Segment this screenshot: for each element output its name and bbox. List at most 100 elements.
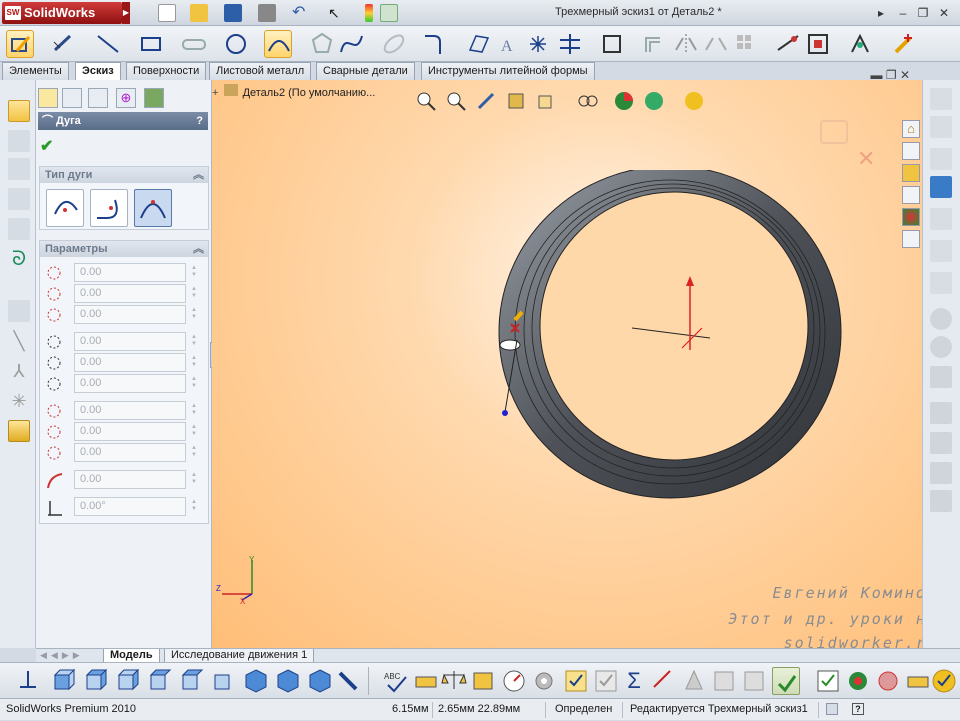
trim-entities-icon[interactable] bbox=[556, 30, 584, 58]
tab-weldments[interactable]: Сварные детали bbox=[316, 62, 415, 80]
feature-tree-tab-icon[interactable] bbox=[38, 88, 58, 108]
view-palette-icon[interactable] bbox=[902, 186, 920, 204]
sketch-mode-icon[interactable] bbox=[8, 100, 30, 122]
spin-arrows-icon[interactable]: ▲ ▼ bbox=[190, 403, 198, 419]
task-icon[interactable] bbox=[930, 432, 952, 454]
dimetric-view-icon[interactable] bbox=[306, 667, 334, 695]
dimxpert-tab-icon[interactable]: ⊕ bbox=[116, 88, 136, 108]
view-orientation-icon[interactable] bbox=[535, 90, 557, 112]
parameters-header[interactable]: Параметры ︽ bbox=[40, 241, 208, 257]
ok-button[interactable]: ✔ bbox=[40, 136, 53, 156]
graphics-viewport[interactable]: + Деталь2 (По умолчанию... ▬ ❐ ✕ ✕ Y Z X… bbox=[212, 68, 936, 652]
param-field[interactable]: 0.00 bbox=[74, 332, 186, 351]
dimension-icon[interactable] bbox=[8, 300, 30, 322]
curve-icon[interactable] bbox=[8, 188, 30, 210]
undo-icon[interactable]: ↶ bbox=[292, 4, 310, 22]
param-field[interactable]: 0.00 bbox=[74, 422, 186, 441]
linear-pattern-icon[interactable] bbox=[732, 30, 760, 58]
spin-arrows-icon[interactable]: ▲ ▼ bbox=[190, 376, 198, 392]
confirm-icon[interactable] bbox=[930, 667, 958, 695]
open-folder-icon[interactable] bbox=[190, 4, 208, 22]
feature-tree-flyout[interactable]: + Деталь2 (По умолчанию... bbox=[212, 84, 375, 99]
param-field[interactable]: 0.00 bbox=[74, 353, 186, 372]
ellipse-tool-icon[interactable] bbox=[380, 30, 408, 58]
rectangle-tool-icon[interactable] bbox=[137, 30, 165, 58]
tab-sheet-metal[interactable]: Листовой металл bbox=[209, 62, 312, 80]
menu-arrow-icon[interactable]: ▶ bbox=[122, 2, 130, 24]
spin-arrows-icon[interactable]: ▲ ▼ bbox=[190, 286, 198, 302]
quick-snaps-icon[interactable] bbox=[890, 30, 918, 58]
restore-button[interactable]: ❐ bbox=[915, 5, 931, 21]
param-field[interactable]: 0.00 bbox=[74, 305, 186, 324]
axis-icon[interactable]: ⅄ bbox=[8, 360, 30, 382]
convert-entities-icon[interactable] bbox=[598, 30, 626, 58]
circle-tool-icon[interactable] bbox=[222, 30, 250, 58]
appearances-icon[interactable] bbox=[902, 208, 920, 226]
left-view-icon[interactable] bbox=[114, 667, 142, 695]
custom-properties-icon[interactable] bbox=[902, 230, 920, 248]
bottom-view-icon[interactable] bbox=[210, 667, 238, 695]
property-manager-tab-icon[interactable] bbox=[62, 88, 82, 108]
param-field[interactable]: 0.00 bbox=[74, 443, 186, 462]
collapse-chevron-icon[interactable]: ︽ bbox=[193, 241, 204, 257]
param-field[interactable]: 0.00 bbox=[74, 263, 186, 282]
tab-motion-study[interactable]: Исследование движения 1 bbox=[164, 649, 315, 663]
isometric-view-icon[interactable] bbox=[242, 667, 270, 695]
normal-to-icon[interactable] bbox=[14, 667, 42, 695]
spin-arrows-icon[interactable]: ▲ ▼ bbox=[190, 265, 198, 281]
save-icon[interactable] bbox=[224, 4, 242, 22]
spin-arrows-icon[interactable]: ▲ ▼ bbox=[190, 499, 198, 515]
spin-arrows-icon[interactable]: ▲ ▼ bbox=[190, 355, 198, 371]
simulation-icon[interactable] bbox=[874, 667, 902, 695]
link-views-icon[interactable] bbox=[334, 667, 362, 695]
collapse-chevron-icon[interactable]: ︽ bbox=[193, 167, 204, 183]
task-icon[interactable] bbox=[930, 208, 952, 230]
line-icon[interactable]: ╲ bbox=[8, 330, 30, 352]
confirm-sketch-icon[interactable] bbox=[820, 120, 848, 144]
appearance-icon[interactable] bbox=[613, 90, 635, 112]
dynamic-mirror-icon[interactable] bbox=[702, 30, 730, 58]
tangent-arc-icon[interactable] bbox=[90, 189, 128, 227]
spin-arrows-icon[interactable]: ▲ ▼ bbox=[190, 424, 198, 440]
tab-surfaces[interactable]: Поверхности bbox=[126, 62, 207, 80]
section-properties-icon[interactable] bbox=[470, 667, 498, 695]
back-view-icon[interactable] bbox=[82, 667, 110, 695]
design-library-icon[interactable] bbox=[902, 142, 920, 160]
offset-entities-icon[interactable] bbox=[640, 30, 668, 58]
checkbox-icon[interactable] bbox=[562, 667, 590, 695]
task-icon[interactable] bbox=[930, 116, 952, 138]
spin-arrows-icon[interactable]: ▲ ▼ bbox=[190, 334, 198, 350]
task-icon[interactable] bbox=[930, 176, 952, 198]
point-tool-icon[interactable] bbox=[524, 30, 552, 58]
plane-tool-icon[interactable] bbox=[464, 30, 492, 58]
snowflake-icon[interactable]: ✳ bbox=[8, 390, 30, 412]
help-button[interactable]: ? bbox=[196, 112, 203, 130]
rebuild-icon[interactable] bbox=[365, 4, 373, 22]
rebuild-check-icon[interactable] bbox=[904, 667, 932, 695]
performance-icon[interactable] bbox=[500, 667, 528, 695]
extrude-icon[interactable] bbox=[8, 130, 30, 152]
previous-view-icon[interactable] bbox=[475, 90, 497, 112]
polygon-tool-icon[interactable] bbox=[308, 30, 336, 58]
smart-dimension-icon[interactable] bbox=[50, 30, 78, 58]
units-icon[interactable] bbox=[826, 703, 838, 715]
chain-icon[interactable]: ᘐ bbox=[8, 248, 30, 270]
expand-icon[interactable]: + bbox=[212, 87, 218, 99]
move-entities-icon[interactable] bbox=[774, 30, 802, 58]
task-icon[interactable] bbox=[930, 462, 952, 484]
centerpoint-arc-icon[interactable] bbox=[46, 189, 84, 227]
spline-tool-icon[interactable] bbox=[338, 30, 366, 58]
split-line-icon[interactable] bbox=[740, 667, 768, 695]
scene-icon[interactable] bbox=[643, 90, 665, 112]
arc-tool-icon[interactable] bbox=[264, 30, 292, 58]
measure-icon[interactable] bbox=[412, 667, 440, 695]
param-field[interactable]: 0.00 bbox=[74, 374, 186, 393]
tab-features[interactable]: Элементы bbox=[2, 62, 69, 80]
mass-properties-icon[interactable] bbox=[440, 667, 468, 695]
task-icon[interactable] bbox=[930, 336, 952, 358]
spin-arrows-icon[interactable]: ▲ ▼ bbox=[190, 307, 198, 323]
display-relations-icon[interactable] bbox=[804, 30, 832, 58]
help-icon[interactable]: ▸ bbox=[873, 5, 889, 21]
new-file-icon[interactable] bbox=[158, 4, 176, 22]
tab-model[interactable]: Модель bbox=[103, 649, 160, 663]
